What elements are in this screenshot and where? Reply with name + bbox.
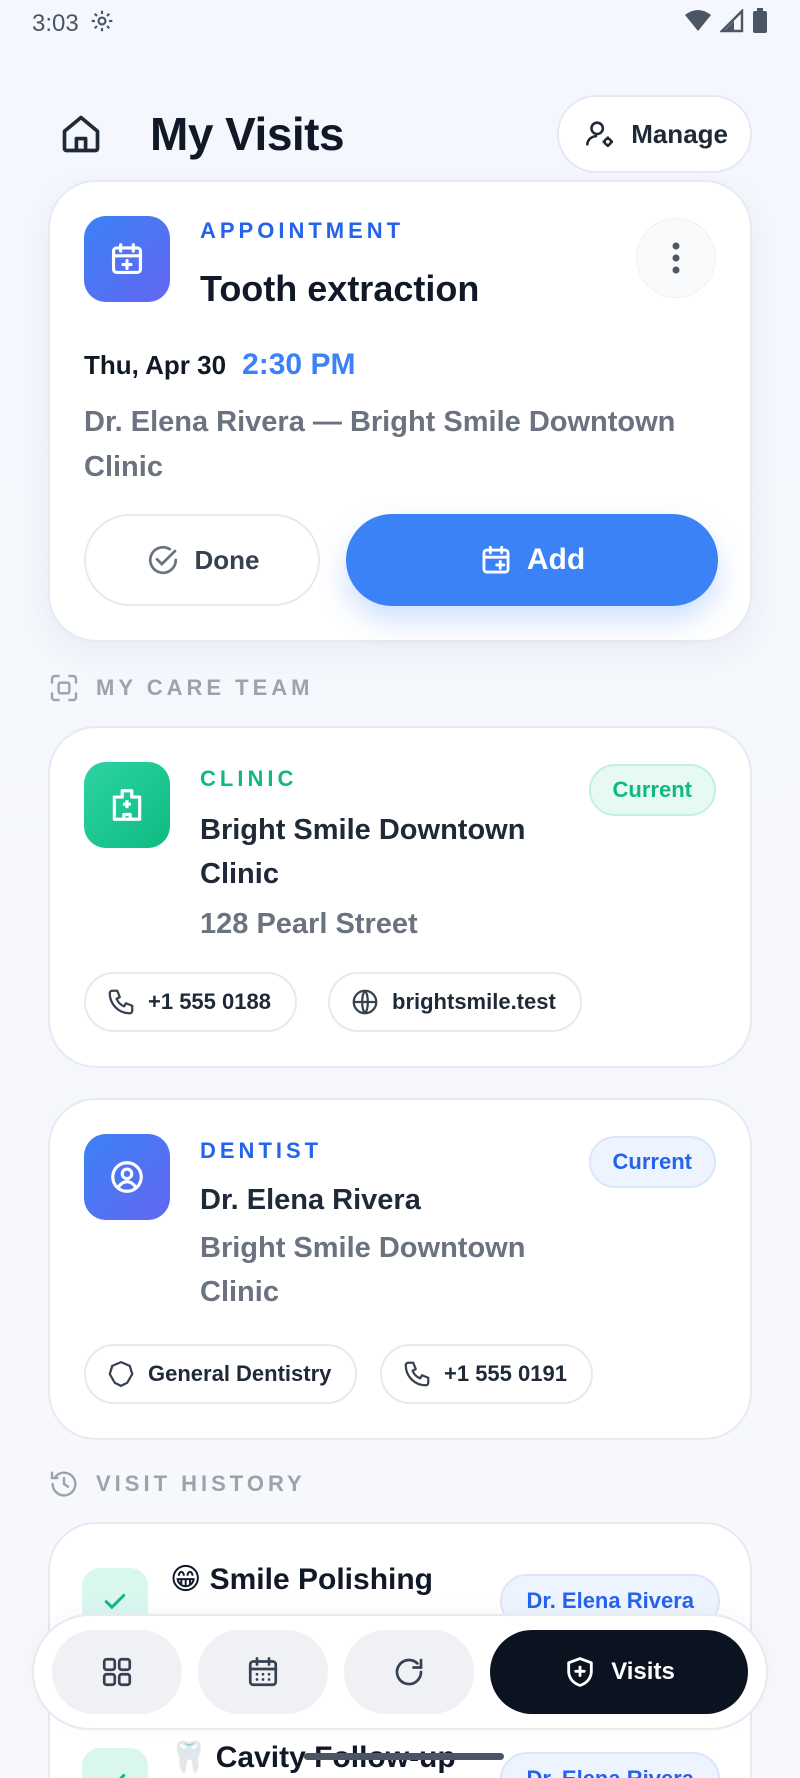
history-doctor-badge: Dr. Elena Rivera	[500, 1752, 720, 1778]
nav-refresh-button[interactable]	[344, 1630, 474, 1714]
calendar-plus-icon	[111, 243, 143, 275]
user-settings-icon	[586, 121, 614, 148]
nav-calendar-button[interactable]	[198, 1630, 328, 1714]
manage-button[interactable]: Manage	[557, 95, 752, 173]
phone-icon	[108, 989, 134, 1015]
appointment-datetime: Thu, Apr 30 2:30 PM	[84, 348, 355, 382]
appointment-date: Thu, Apr 30	[84, 350, 227, 380]
dentist-specialty-chip[interactable]: General Dentistry	[84, 1344, 358, 1404]
clinic-card[interactable]: CLINIC Bright Smile Downtown Clinic 128 …	[48, 726, 752, 1068]
status-bar: 3:03	[0, 0, 800, 48]
dentist-current-badge: Current	[588, 1136, 716, 1188]
dentist-name: Dr. Elena Rivera	[200, 1184, 421, 1216]
scan-user-icon	[50, 674, 78, 702]
history-icon	[50, 1471, 77, 1497]
manage-label: Manage	[631, 118, 728, 149]
globe-icon	[352, 989, 378, 1015]
dentist-phone: +1 555 0191	[444, 1361, 567, 1386]
wifi-icon	[684, 9, 712, 40]
check-icon	[104, 1593, 126, 1610]
clinic-address: 128 Pearl Street	[200, 908, 418, 940]
check-circle-icon	[148, 545, 177, 575]
appointment-time: 2:30 PM	[242, 348, 356, 381]
clinic-phone-chip[interactable]: +1 555 0188	[84, 972, 297, 1032]
history-section-title: VISIT HISTORY	[96, 1471, 306, 1496]
clinic-website-chip[interactable]: brightsmile.test	[328, 972, 582, 1032]
phone-icon	[404, 1361, 430, 1387]
home-button[interactable]	[56, 109, 106, 159]
more-options-button[interactable]	[636, 218, 716, 298]
history-item-emoji: 🦷	[170, 1741, 208, 1774]
clinic-phone: +1 555 0188	[148, 989, 271, 1014]
add-label: Add	[526, 543, 586, 576]
shield-plus-icon	[567, 1657, 593, 1687]
refresh-icon	[395, 1658, 423, 1686]
history-section-label: VISIT HISTORY	[48, 1468, 306, 1500]
history-item-title[interactable]: 😁 Smile Polishing	[170, 1562, 433, 1597]
page-header: My Visits Manage	[0, 92, 800, 176]
check-icon	[119, 1773, 126, 1778]
clinic-current-badge: Current	[588, 764, 716, 816]
calendar-icon	[248, 1657, 278, 1687]
clinic-name: Bright Smile Downtown Clinic	[200, 814, 526, 890]
dentist-specialty: General Dentistry	[148, 1361, 332, 1386]
history-item-name: Smile Polishing	[209, 1563, 433, 1596]
done-label: Done	[194, 544, 260, 575]
grid-icon	[102, 1657, 132, 1687]
gesture-handle[interactable]	[304, 1753, 504, 1760]
dentist-card[interactable]: DENTIST Dr. Elena Rivera Bright Smile Do…	[48, 1098, 752, 1440]
cellular-signal-icon	[719, 7, 744, 40]
shield-badge-icon	[108, 1361, 134, 1387]
home-icon	[62, 115, 100, 153]
hospital-icon	[112, 789, 142, 821]
nav-visits-button[interactable]: Visits	[490, 1630, 748, 1714]
calendar-plus-icon	[482, 545, 510, 574]
clinic-website: brightsmile.test	[392, 989, 556, 1014]
settings-gear-icon	[89, 8, 115, 41]
done-button[interactable]: Done	[84, 514, 320, 606]
status-time: 3:03	[32, 10, 79, 37]
dentist-clinic: Bright Smile Downtown Clinic	[200, 1232, 526, 1308]
user-circle-icon	[111, 1161, 143, 1193]
page-title: My Visits	[150, 108, 345, 160]
appointment-tile	[84, 216, 170, 302]
dentist-phone-chip[interactable]: +1 555 0191	[380, 1344, 593, 1404]
history-item-emoji: 😁	[170, 1563, 202, 1596]
appointment-title: Tooth extraction	[200, 268, 480, 309]
clinic-eyebrow: CLINIC	[200, 766, 298, 791]
appointment-provider: Dr. Elena Rivera — Bright Smile Downtown…	[84, 406, 676, 483]
nav-visits-label: Visits	[611, 1658, 675, 1685]
nav-dashboard-button[interactable]	[52, 1630, 182, 1714]
care-team-section-title: MY CARE TEAM	[96, 675, 314, 700]
add-to-calendar-button[interactable]: Add	[346, 514, 718, 606]
appointment-eyebrow: APPOINTMENT	[200, 218, 405, 243]
appointment-card: APPOINTMENT Tooth extraction Thu, Apr 30…	[48, 180, 752, 642]
clinic-tile	[84, 762, 170, 848]
dentist-tile	[84, 1134, 170, 1220]
dentist-eyebrow: DENTIST	[200, 1138, 323, 1163]
more-vertical-icon	[672, 242, 680, 274]
battery-icon	[752, 7, 768, 41]
bottom-navigation: Visits	[32, 1614, 768, 1730]
care-team-section-label: MY CARE TEAM	[48, 672, 314, 704]
history-check-tile	[82, 1748, 148, 1778]
